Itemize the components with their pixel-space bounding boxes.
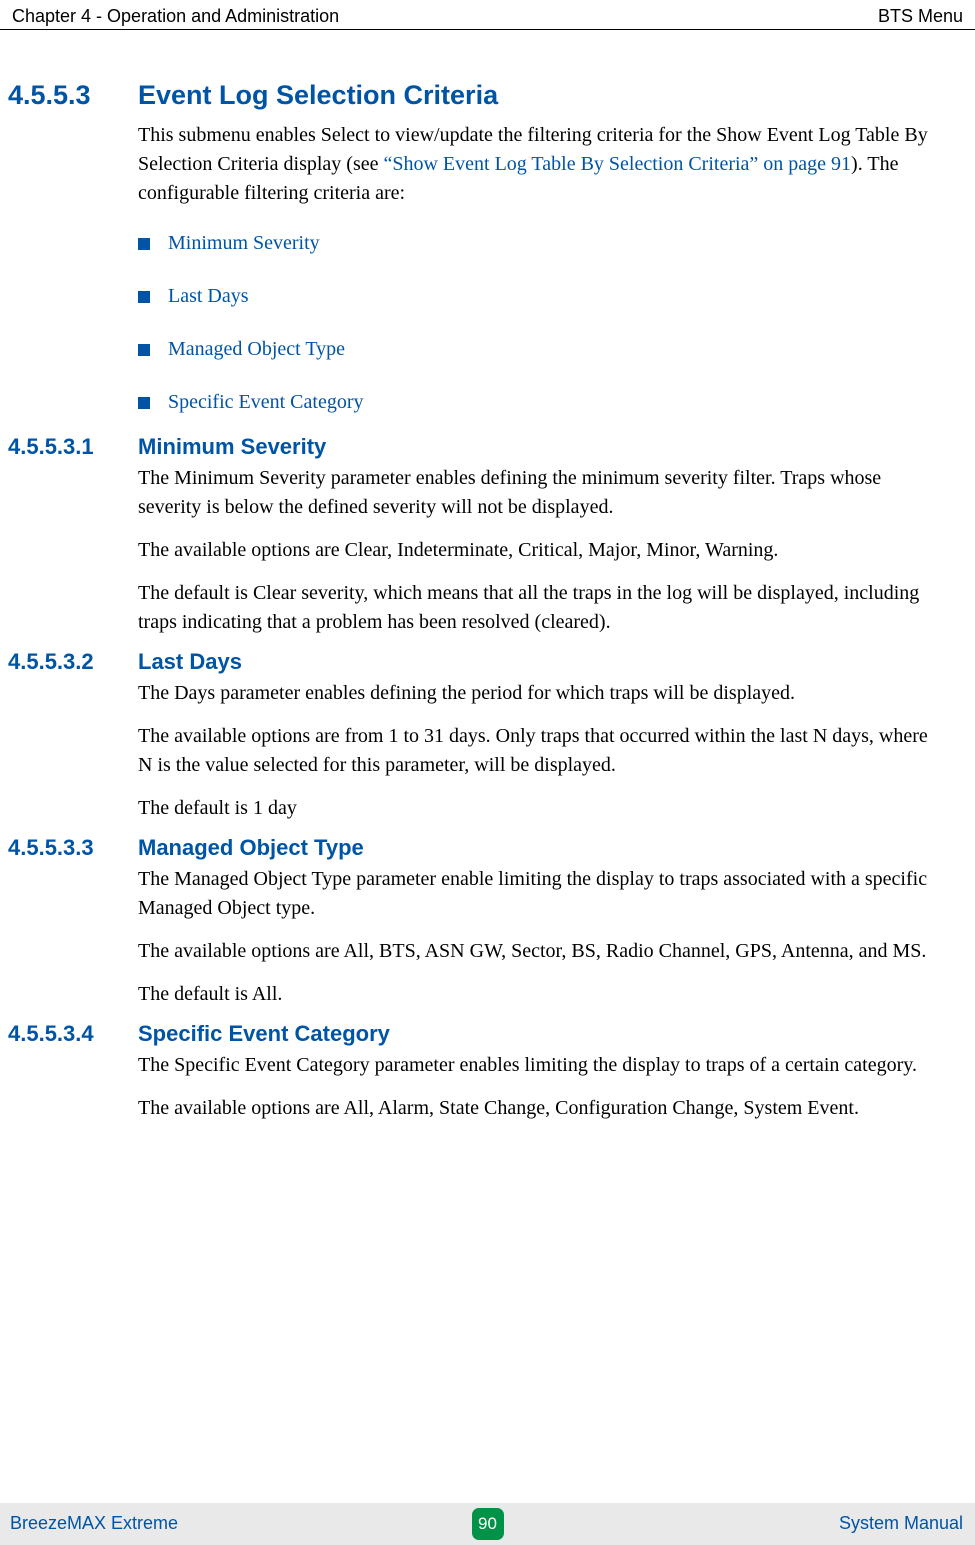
list-item: Minimum Severity	[138, 232, 935, 255]
heading-number: 4.5.5.3.2	[0, 649, 138, 675]
heading-title: Event Log Selection Criteria	[138, 80, 498, 111]
square-bullet-icon	[138, 238, 150, 250]
header-left: Chapter 4 - Operation and Administration	[12, 6, 339, 27]
heading-title: Managed Object Type	[138, 835, 364, 861]
bullet-list: Minimum Severity Last Days Managed Objec…	[138, 232, 935, 414]
subsection-heading: 4.5.5.3.3 Managed Object Type	[0, 835, 935, 861]
bullet-link[interactable]: Specific Event Category	[168, 391, 364, 414]
subsection: 4.5.5.3.4 Specific Event Category The Sp…	[0, 1021, 935, 1123]
heading-number: 4.5.5.3.3	[0, 835, 138, 861]
body-paragraph: The available options are from 1 to 31 d…	[138, 722, 935, 780]
heading-number: 4.5.5.3.1	[0, 434, 138, 460]
subsection: 4.5.5.3.1 Minimum Severity The Minimum S…	[0, 434, 935, 637]
body-paragraph: The default is Clear severity, which mea…	[138, 579, 935, 637]
body-paragraph: The default is All.	[138, 980, 935, 1009]
cross-reference-link[interactable]: “Show Event Log Table By Selection Crite…	[383, 153, 851, 175]
footer-left: BreezeMAX Extreme	[10, 1513, 178, 1534]
footer-right: System Manual	[839, 1513, 963, 1534]
bullet-link[interactable]: Managed Object Type	[168, 338, 345, 361]
heading-title: Last Days	[138, 649, 242, 675]
square-bullet-icon	[138, 344, 150, 356]
page-number-badge: 90	[472, 1508, 504, 1540]
body-paragraph: The Managed Object Type parameter enable…	[138, 865, 935, 923]
bullet-link[interactable]: Last Days	[168, 285, 249, 308]
subsection: 4.5.5.3.2 Last Days The Days parameter e…	[0, 649, 935, 823]
body-paragraph: The available options are All, Alarm, St…	[138, 1094, 935, 1123]
body-paragraph: The default is 1 day	[138, 794, 935, 823]
body-paragraph: The available options are All, BTS, ASN …	[138, 937, 935, 966]
page-footer: BreezeMAX Extreme 90 System Manual	[0, 1503, 975, 1545]
page-header: Chapter 4 - Operation and Administration…	[0, 6, 975, 30]
body-paragraph: The Minimum Severity parameter enables d…	[138, 464, 935, 522]
heading-title: Specific Event Category	[138, 1021, 390, 1047]
square-bullet-icon	[138, 291, 150, 303]
section-heading: 4.5.5.3 Event Log Selection Criteria	[0, 80, 935, 111]
bullet-link[interactable]: Minimum Severity	[168, 232, 320, 255]
intro-paragraph: This submenu enables Select to view/upda…	[138, 121, 935, 208]
subsection-heading: 4.5.5.3.2 Last Days	[0, 649, 935, 675]
list-item: Specific Event Category	[138, 391, 935, 414]
heading-title: Minimum Severity	[138, 434, 326, 460]
body-paragraph: The available options are Clear, Indeter…	[138, 536, 935, 565]
page: Chapter 4 - Operation and Administration…	[0, 0, 975, 1545]
list-item: Last Days	[138, 285, 935, 308]
heading-number: 4.5.5.3.4	[0, 1021, 138, 1047]
body-paragraph: The Specific Event Category parameter en…	[138, 1051, 935, 1080]
list-item: Managed Object Type	[138, 338, 935, 361]
page-body: 4.5.5.3 Event Log Selection Criteria Thi…	[0, 70, 975, 1485]
body-paragraph: The Days parameter enables defining the …	[138, 679, 935, 708]
square-bullet-icon	[138, 397, 150, 409]
subsection-heading: 4.5.5.3.4 Specific Event Category	[0, 1021, 935, 1047]
subsection-heading: 4.5.5.3.1 Minimum Severity	[0, 434, 935, 460]
subsection: 4.5.5.3.3 Managed Object Type The Manage…	[0, 835, 935, 1009]
header-right: BTS Menu	[878, 6, 963, 27]
heading-number: 4.5.5.3	[0, 80, 138, 111]
